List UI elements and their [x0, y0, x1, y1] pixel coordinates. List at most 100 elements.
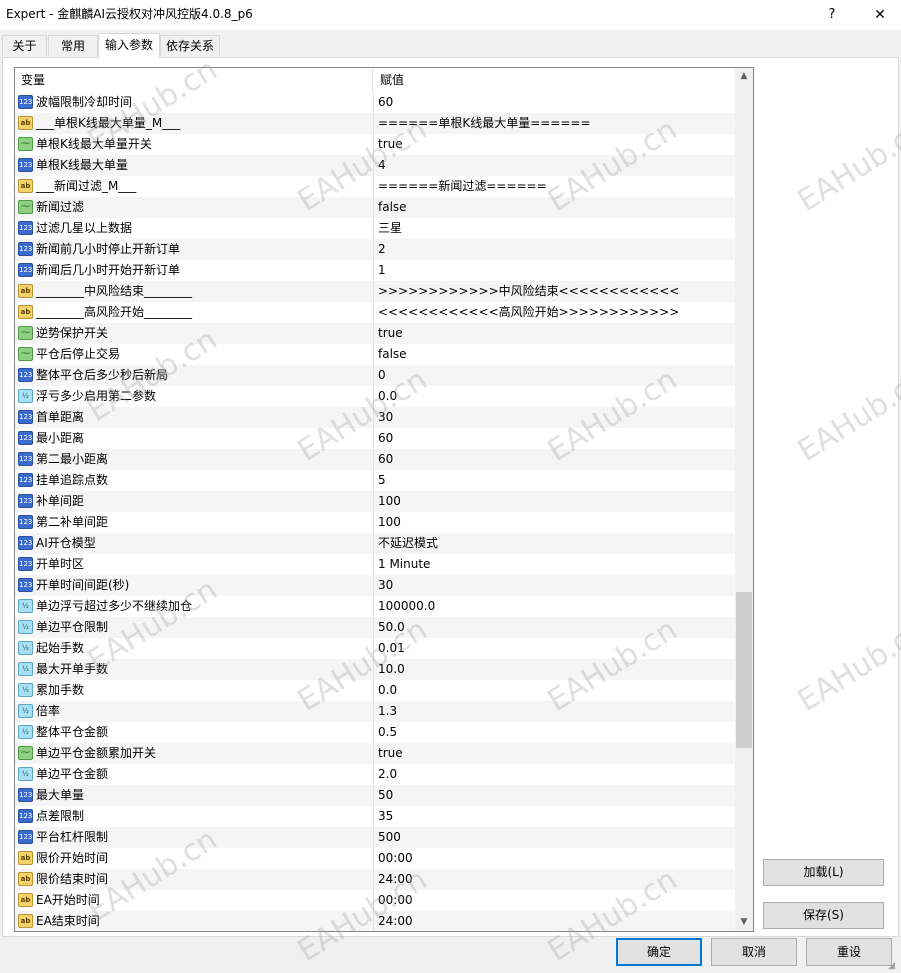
parameter-value[interactable]: 30 — [374, 407, 736, 428]
parameter-row[interactable]: 123 AI开仓模型 不延迟模式 — [15, 533, 736, 554]
scroll-down-icon[interactable]: ▼ — [735, 914, 753, 931]
parameter-row[interactable]: ⁓ 逆势保护开关 true — [15, 323, 736, 344]
parameter-name-cell[interactable]: 123 首单距离 — [15, 407, 374, 428]
parameter-row[interactable]: ½ 整体平仓金额 0.5 — [15, 722, 736, 743]
parameter-row[interactable]: 123 开单时间间距(秒) 30 — [15, 575, 736, 596]
parameter-value[interactable]: false — [374, 344, 736, 365]
parameter-value[interactable]: 5 — [374, 470, 736, 491]
parameter-row[interactable]: 123 挂单追踪点数 5 — [15, 470, 736, 491]
parameter-name-cell[interactable]: 123 AI开仓模型 — [15, 533, 374, 554]
parameter-name-cell[interactable]: ab EA结束时间 — [15, 911, 374, 931]
parameter-name-cell[interactable]: ⁓ 单边平仓金额累加开关 — [15, 743, 374, 764]
parameter-row[interactable]: ab 限价开始时间 00:00 — [15, 848, 736, 869]
parameter-value[interactable]: 500 — [374, 827, 736, 848]
tab-about[interactable]: 关于 — [2, 35, 47, 56]
parameter-value[interactable]: 100000.0 — [374, 596, 736, 617]
parameter-name-cell[interactable]: 123 波幅限制冷却时间 — [15, 92, 374, 113]
parameter-name-cell[interactable]: 123 补单间距 — [15, 491, 374, 512]
parameter-row[interactable]: 123 新闻前几小时停止开新订单 2 — [15, 239, 736, 260]
tab-inputs[interactable]: 输入参数 — [98, 33, 160, 58]
parameter-name-cell[interactable]: ab ___单根K线最大单量_M___ — [15, 113, 374, 134]
parameter-name-cell[interactable]: 123 过滤几星以上数据 — [15, 218, 374, 239]
parameter-value[interactable]: 2.0 — [374, 764, 736, 785]
parameter-value[interactable]: 00:00 — [374, 848, 736, 869]
parameter-row[interactable]: 123 开单时区 1 Minute — [15, 554, 736, 575]
parameter-name-cell[interactable]: ½ 倍率 — [15, 701, 374, 722]
parameter-row[interactable]: ab ________中风险结束________ >>>>>>>>>>>>中风险结束… — [15, 281, 736, 302]
reset-button[interactable]: 重设 — [806, 938, 892, 966]
parameter-row[interactable]: ½ 单边浮亏超过多少不继续加仓 100000.0 — [15, 596, 736, 617]
parameter-value[interactable]: false — [374, 197, 736, 218]
parameter-name-cell[interactable]: ab ___新闻过滤_M___ — [15, 176, 374, 197]
parameter-name-cell[interactable]: ½ 单边平仓金额 — [15, 764, 374, 785]
parameter-value[interactable]: 60 — [374, 449, 736, 470]
help-button[interactable]: ? — [818, 0, 846, 30]
parameter-value[interactable]: 1 Minute — [374, 554, 736, 575]
load-button[interactable]: 加载(L) — [763, 859, 884, 886]
parameter-row[interactable]: ab EA结束时间 24:00 — [15, 911, 736, 931]
parameter-row[interactable]: 123 补单间距 100 — [15, 491, 736, 512]
parameter-row[interactable]: ⁓ 新闻过滤 false — [15, 197, 736, 218]
parameter-row[interactable]: ab 限价结束时间 24:00 — [15, 869, 736, 890]
parameter-value[interactable]: ======单根K线最大单量====== — [374, 113, 736, 134]
parameter-name-cell[interactable]: 123 单根K线最大单量 — [15, 155, 374, 176]
parameter-name-cell[interactable]: ⁓ 平仓后停止交易 — [15, 344, 374, 365]
parameter-value[interactable]: 1 — [374, 260, 736, 281]
parameter-row[interactable]: 123 过滤几星以上数据 三星 — [15, 218, 736, 239]
parameter-row[interactable]: ⁓ 单根K线最大单量开关 true — [15, 134, 736, 155]
parameter-name-cell[interactable]: 123 最小距离 — [15, 428, 374, 449]
parameter-row[interactable]: 123 新闻后几小时开始开新订单 1 — [15, 260, 736, 281]
parameter-name-cell[interactable]: ab 限价开始时间 — [15, 848, 374, 869]
parameter-value[interactable]: 1.3 — [374, 701, 736, 722]
parameter-row[interactable]: ab ___单根K线最大单量_M___ ======单根K线最大单量====== — [15, 113, 736, 134]
parameter-row[interactable]: 123 第二最小距离 60 — [15, 449, 736, 470]
parameter-name-cell[interactable]: ab EA开始时间 — [15, 890, 374, 911]
save-button[interactable]: 保存(S) — [763, 902, 884, 929]
parameter-row[interactable]: 123 最大单量 50 — [15, 785, 736, 806]
parameter-name-cell[interactable]: ½ 整体平仓金额 — [15, 722, 374, 743]
parameter-value[interactable]: 0.0 — [374, 386, 736, 407]
parameter-value[interactable]: 30 — [374, 575, 736, 596]
parameter-name-cell[interactable]: ⁓ 新闻过滤 — [15, 197, 374, 218]
parameter-value[interactable]: 50.0 — [374, 617, 736, 638]
parameter-value[interactable]: 00:00 — [374, 890, 736, 911]
parameter-row[interactable]: ½ 最大开单手数 10.0 — [15, 659, 736, 680]
parameter-name-cell[interactable]: 123 点差限制 — [15, 806, 374, 827]
parameter-row[interactable]: ½ 浮亏多少启用第二参数 0.0 — [15, 386, 736, 407]
parameter-name-cell[interactable]: 123 最大单量 — [15, 785, 374, 806]
parameter-name-cell[interactable]: ½ 单边平仓限制 — [15, 617, 374, 638]
parameter-name-cell[interactable]: 123 整体平仓后多少秒后新局 — [15, 365, 374, 386]
parameter-row[interactable]: 123 单根K线最大单量 4 — [15, 155, 736, 176]
parameter-value[interactable]: >>>>>>>>>>>>中风险结束<<<<<<<<<<<< — [374, 281, 736, 302]
parameter-row[interactable]: ½ 累加手数 0.0 — [15, 680, 736, 701]
parameter-value[interactable]: <<<<<<<<<<<<高风险开始>>>>>>>>>>>> — [374, 302, 736, 323]
parameter-name-cell[interactable]: ⁓ 单根K线最大单量开关 — [15, 134, 374, 155]
parameter-value[interactable]: 60 — [374, 92, 736, 113]
cancel-button[interactable]: 取消 — [711, 938, 797, 966]
parameter-name-cell[interactable]: 123 挂单追踪点数 — [15, 470, 374, 491]
parameter-name-cell[interactable]: 123 平台杠杆限制 — [15, 827, 374, 848]
parameter-name-cell[interactable]: ab 限价结束时间 — [15, 869, 374, 890]
parameter-name-cell[interactable]: 123 第二补单间距 — [15, 512, 374, 533]
parameter-name-cell[interactable]: 123 新闻前几小时停止开新订单 — [15, 239, 374, 260]
parameter-value[interactable]: 24:00 — [374, 911, 736, 931]
parameter-value[interactable]: 100 — [374, 491, 736, 512]
column-header-value[interactable]: 赋值 — [374, 68, 736, 92]
parameter-name-cell[interactable]: ab ________高风险开始________ — [15, 302, 374, 323]
parameter-row[interactable]: 123 波幅限制冷却时间 60 — [15, 92, 736, 113]
parameter-row[interactable]: ab ___新闻过滤_M___ ======新闻过滤====== — [15, 176, 736, 197]
parameter-value[interactable]: 24:00 — [374, 869, 736, 890]
parameter-row[interactable]: ½ 起始手数 0.01 — [15, 638, 736, 659]
parameter-name-cell[interactable]: ½ 单边浮亏超过多少不继续加仓 — [15, 596, 374, 617]
parameter-row[interactable]: 123 最小距离 60 — [15, 428, 736, 449]
parameter-value[interactable]: 2 — [374, 239, 736, 260]
parameter-row[interactable]: 123 第二补单间距 100 — [15, 512, 736, 533]
scroll-up-icon[interactable]: ▲ — [735, 68, 753, 85]
parameter-name-cell[interactable]: ½ 起始手数 — [15, 638, 374, 659]
parameter-value[interactable]: true — [374, 323, 736, 344]
parameter-row[interactable]: ⁓ 平仓后停止交易 false — [15, 344, 736, 365]
resize-grip-icon[interactable]: ◢ — [888, 960, 900, 972]
parameter-row[interactable]: 123 整体平仓后多少秒后新局 0 — [15, 365, 736, 386]
parameter-row[interactable]: 123 首单距离 30 — [15, 407, 736, 428]
scrollbar-thumb[interactable] — [736, 592, 752, 748]
